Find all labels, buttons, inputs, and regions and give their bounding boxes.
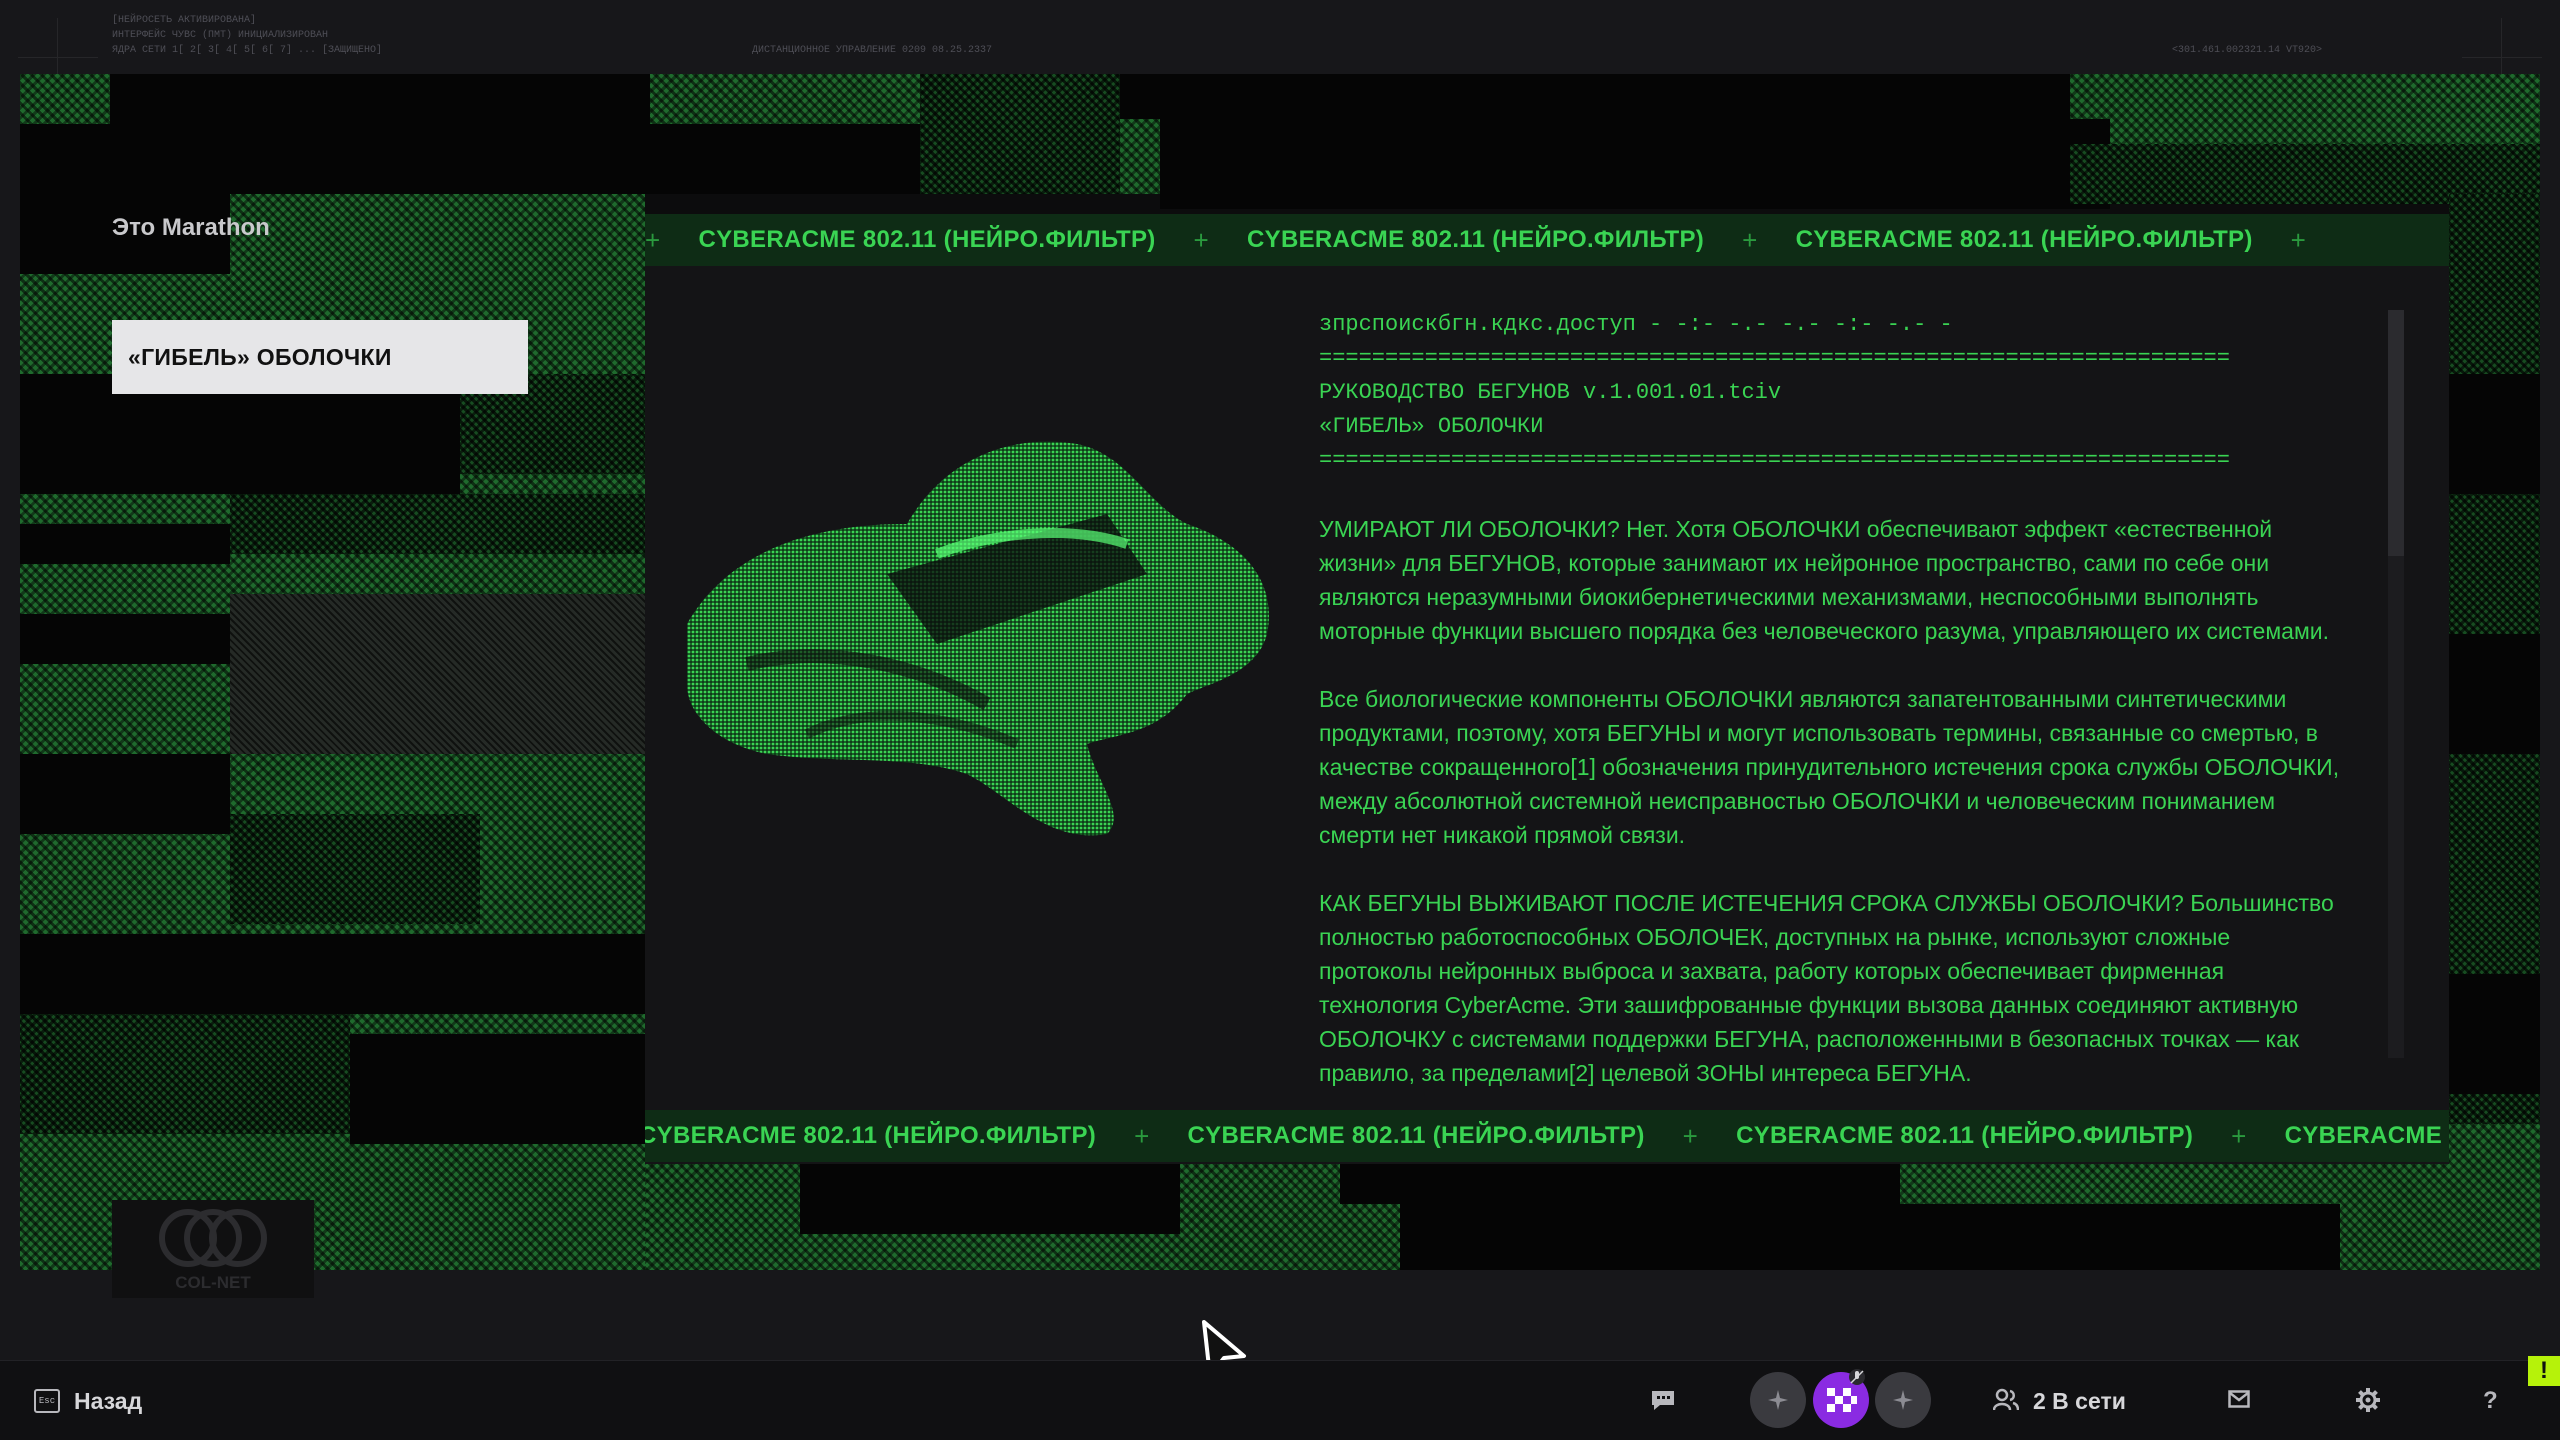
back-button[interactable]: Назад bbox=[74, 1361, 142, 1440]
guide-title-line: РУКОВОДСТВО БЕГУНОВ v.1.001.01.tciv bbox=[1319, 380, 1782, 405]
article-content[interactable]: зпрспоискбгн.кдкс.доступ - -:- -.- -.- -… bbox=[1319, 308, 2349, 1108]
content-scrollbar[interactable] bbox=[2388, 310, 2404, 1058]
divider-line: ========================================… bbox=[1319, 448, 2230, 473]
globe-logo-icon bbox=[159, 1209, 267, 1267]
sparkle-plus-icon bbox=[1768, 1390, 1788, 1410]
mail-icon[interactable] bbox=[2228, 1390, 2250, 1408]
remote-control-text: ДИСТАНЦИОННОЕ УПРАВЛЕНИЕ 0209 08.25.2337 bbox=[752, 45, 993, 56]
article-title-line: «ГИБЕЛЬ» ОБОЛОЧКИ bbox=[1319, 414, 1544, 439]
query-line: зпрспоискбгн.кдкс.доступ - -:- -.- -.- -… bbox=[1319, 312, 1953, 337]
session-id-text: <301.461.002321.14 VT920> bbox=[2172, 45, 2323, 56]
online-count[interactable]: 2 В сети bbox=[2033, 1361, 2126, 1440]
info-modal: + CYBERACME 802.11 (НЕЙРО.ФИЛЬТР) + CYBER… bbox=[645, 214, 2449, 1164]
help-icon[interactable]: ? bbox=[2483, 1387, 2498, 1415]
article-paragraph: КАК БЕГУНЫ ВЫЖИВАЮТ ПОСЛЕ ИСТЕЧЕНИЯ СРОК… bbox=[1319, 890, 2334, 1086]
settings-gear-icon[interactable] bbox=[2355, 1387, 2381, 1413]
ticker-top: + CYBERACME 802.11 (НЕЙРО.ФИЛЬТР) + CYBER… bbox=[645, 214, 2449, 266]
section-title: Это Marathon bbox=[112, 214, 270, 241]
scrollbar-thumb[interactable] bbox=[2388, 310, 2404, 556]
friends-icon[interactable] bbox=[1993, 1388, 2019, 1412]
esc-key-icon[interactable]: Esc bbox=[34, 1389, 60, 1413]
alert-badge[interactable]: ! bbox=[2528, 1356, 2560, 1386]
article-paragraph: УМИРАЮТ ЛИ ОБОЛОЧКИ? Нет. Хотя ОБОЛОЧКИ … bbox=[1319, 516, 2330, 644]
mic-muted-icon bbox=[1849, 1369, 1865, 1385]
ticker-bottom: CYBERACME 802.11 (НЕЙРО.ФИЛЬТР) + CYBERAC… bbox=[645, 1110, 2449, 1162]
nav-item-shell-death[interactable]: «ГИБЕЛЬ» ОБОЛОЧКИ bbox=[112, 320, 528, 394]
article-paragraph: Все биологические компоненты ОБОЛОЧКИ яв… bbox=[1319, 686, 2340, 848]
shell-illustration bbox=[687, 441, 1269, 836]
add-party-slot-button[interactable] bbox=[1750, 1372, 1806, 1428]
chat-icon[interactable] bbox=[1650, 1389, 1676, 1411]
bottom-bar: Esc Назад 2 В сети ? bbox=[0, 1360, 2560, 1440]
app-screen: [НЕЙРОСЕТЬ АКТИВИРОВАНА] ИНТЕРФЕЙС ЧУВС … bbox=[0, 0, 2560, 1440]
logo-text: COL-NET bbox=[175, 1273, 251, 1292]
sparkle-plus-icon bbox=[1893, 1390, 1913, 1410]
add-party-slot-button[interactable] bbox=[1875, 1372, 1931, 1428]
divider-line: ========================================… bbox=[1319, 346, 2230, 371]
col-net-logo: COL-NET bbox=[112, 1200, 314, 1298]
system-status-text: [НЕЙРОСЕТЬ АКТИВИРОВАНА] ИНТЕРФЕЙС ЧУВС … bbox=[112, 15, 383, 56]
